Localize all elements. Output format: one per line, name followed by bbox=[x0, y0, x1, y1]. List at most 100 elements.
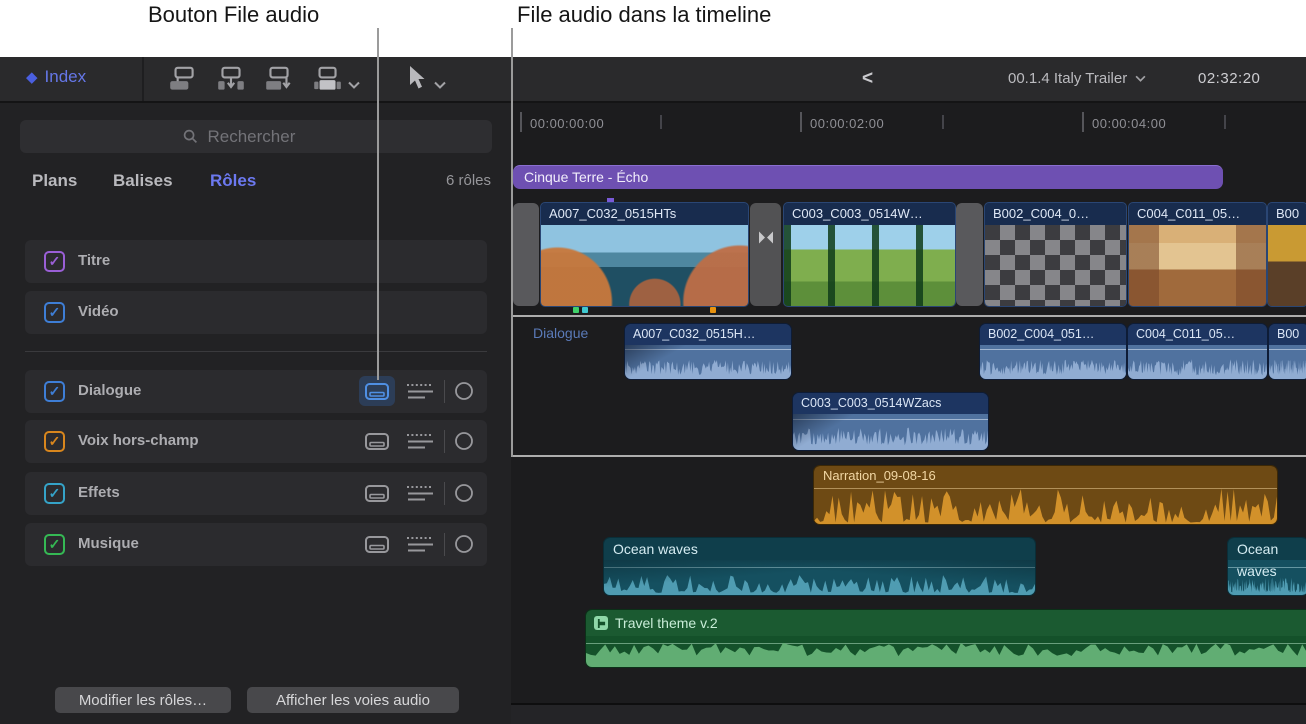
video-clip[interactable]: C004_C011_05… bbox=[1129, 203, 1266, 306]
roles-divider bbox=[25, 351, 487, 352]
search-input[interactable] bbox=[206, 126, 330, 148]
clip-handle[interactable] bbox=[956, 203, 983, 306]
focus-icon bbox=[406, 433, 434, 450]
clip-handle[interactable] bbox=[513, 203, 539, 306]
waveform bbox=[625, 349, 791, 379]
clip-name: Narration_09-08-16 bbox=[814, 466, 1277, 486]
volume-line[interactable] bbox=[604, 567, 1035, 568]
role-checkbox[interactable] bbox=[44, 534, 65, 555]
video-clip[interactable]: B00 bbox=[1268, 203, 1306, 306]
clip-name: Ocean waves bbox=[1228, 538, 1306, 560]
overwrite-clip-icon[interactable] bbox=[311, 66, 343, 92]
clip-thumbnail bbox=[1268, 225, 1306, 306]
audio-lanes-button[interactable] bbox=[359, 529, 395, 559]
clip-name: B002_C004_0… bbox=[985, 203, 1126, 225]
project-title-dropdown[interactable]: 00.1.4 Italy Trailer bbox=[1008, 70, 1146, 87]
tab-roles[interactable]: Rôles bbox=[210, 171, 256, 191]
focus-button[interactable] bbox=[405, 480, 435, 506]
circle-icon bbox=[454, 534, 474, 554]
role-label: Voix hors-champ bbox=[78, 432, 199, 449]
waveform bbox=[793, 418, 988, 450]
index-button[interactable]: ◆ Index bbox=[26, 67, 86, 87]
role-row-effets[interactable]: Effets bbox=[25, 472, 487, 515]
insert-clip-icon[interactable] bbox=[215, 66, 247, 92]
fcp-window: Bouton File audio File audio dans la tim… bbox=[0, 0, 1306, 724]
role-label: Titre bbox=[78, 252, 110, 269]
video-clip[interactable]: A007_C032_0515HTs bbox=[541, 203, 748, 306]
audio-clip-ocean-waves[interactable]: Ocean waves bbox=[604, 538, 1035, 595]
role-row-voix-hors-champ[interactable]: Voix hors-champ bbox=[25, 420, 487, 463]
audio-lanes-button[interactable] bbox=[359, 426, 395, 456]
focus-icon bbox=[406, 536, 434, 553]
audio-clip[interactable]: B002_C004_051… bbox=[980, 324, 1126, 379]
role-label: Musique bbox=[78, 535, 139, 552]
focus-button[interactable] bbox=[405, 428, 435, 454]
arrow-tool-icon[interactable] bbox=[406, 65, 426, 91]
connect-clip-icon[interactable] bbox=[167, 66, 199, 92]
clip-marker bbox=[582, 307, 588, 313]
focus-button[interactable] bbox=[405, 531, 435, 557]
audio-clip-ocean-waves[interactable]: Ocean waves bbox=[1228, 538, 1306, 595]
clip-thumbnail bbox=[985, 225, 1126, 306]
video-clip[interactable]: C003_C003_0514W… bbox=[784, 203, 955, 306]
audio-clip[interactable]: A007_C032_0515H… bbox=[625, 324, 791, 379]
clip-name: A007_C032_0515H… bbox=[625, 324, 791, 345]
tab-plans[interactable]: Plans bbox=[32, 171, 77, 191]
ruler-label[interactable]: 00:00:02:00 bbox=[810, 116, 884, 131]
clip-name: C003_C003_0514W… bbox=[784, 203, 955, 225]
toolbar-divider bbox=[142, 57, 144, 101]
audio-lanes-button[interactable] bbox=[359, 478, 395, 508]
ruler-tick bbox=[942, 115, 944, 129]
ruler-tick bbox=[1224, 115, 1226, 129]
role-checkbox[interactable] bbox=[44, 483, 65, 504]
solo-button[interactable] bbox=[454, 483, 474, 503]
search-field[interactable] bbox=[20, 120, 492, 153]
video-clip[interactable]: B002_C004_0… bbox=[985, 203, 1126, 306]
focus-button[interactable] bbox=[405, 378, 435, 404]
timeline-panel: 00:00:00:00 00:00:02:00 00:00:04:00 Cinq… bbox=[511, 103, 1306, 724]
append-clip-icon[interactable] bbox=[263, 66, 295, 92]
audio-lanes-button[interactable] bbox=[359, 376, 395, 406]
clip-name: Travel theme v.2 bbox=[615, 610, 718, 636]
solo-button[interactable] bbox=[454, 431, 474, 451]
clip-marker bbox=[573, 307, 579, 313]
cross-dissolve-transition[interactable] bbox=[750, 203, 781, 306]
chevron-down-icon[interactable] bbox=[434, 76, 446, 84]
role-checkbox[interactable] bbox=[44, 251, 65, 272]
toolbar: ◆ Index < 00.1.4 Italy Trailer 02: bbox=[0, 57, 1306, 103]
role-checkbox[interactable] bbox=[44, 431, 65, 452]
clip-name: C004_C011_05… bbox=[1128, 324, 1267, 345]
show-audio-lanes-button[interactable]: Afficher les voies audio bbox=[247, 687, 459, 713]
title-clip[interactable]: Cinque Terre - Écho bbox=[513, 165, 1223, 189]
waveform bbox=[1269, 349, 1306, 379]
tab-balises[interactable]: Balises bbox=[113, 171, 173, 191]
audio-clip-music[interactable]: Travel theme v.2 bbox=[586, 610, 1306, 667]
chevron-down-icon[interactable] bbox=[348, 76, 360, 84]
role-row-dialogue[interactable]: Dialogue bbox=[25, 370, 487, 413]
ruler-label[interactable]: 00:00:00:00 bbox=[530, 116, 604, 131]
audio-clip-narration[interactable]: Narration_09-08-16 bbox=[814, 466, 1277, 524]
solo-button[interactable] bbox=[454, 534, 474, 554]
audio-lanes-icon bbox=[365, 383, 389, 400]
timeline-back-button[interactable]: < bbox=[862, 68, 873, 90]
role-label: Vidéo bbox=[78, 303, 119, 320]
edit-roles-button[interactable]: Modifier les rôles… bbox=[55, 687, 231, 713]
audio-lanes-icon bbox=[365, 433, 389, 450]
role-row-video[interactable]: Vidéo bbox=[25, 291, 487, 334]
index-label: Index bbox=[45, 67, 87, 87]
audio-clip[interactable]: C004_C011_05… bbox=[1128, 324, 1267, 379]
ruler-label[interactable]: 00:00:04:00 bbox=[1092, 116, 1166, 131]
role-row-titre[interactable]: Titre bbox=[25, 240, 487, 283]
audio-clip[interactable]: B00 bbox=[1269, 324, 1306, 379]
waveform bbox=[1128, 349, 1267, 379]
ruler-tick bbox=[660, 115, 662, 129]
callout-line bbox=[511, 28, 513, 457]
role-row-musique[interactable]: Musique bbox=[25, 523, 487, 566]
audio-clip[interactable]: C003_C003_0514WZacs bbox=[793, 393, 988, 450]
ruler-tick bbox=[800, 112, 802, 132]
role-checkbox[interactable] bbox=[44, 381, 65, 402]
solo-button[interactable] bbox=[454, 381, 474, 401]
volume-line[interactable] bbox=[1228, 567, 1306, 568]
clip-name: Ocean waves bbox=[604, 538, 1035, 560]
role-checkbox[interactable] bbox=[44, 302, 65, 323]
